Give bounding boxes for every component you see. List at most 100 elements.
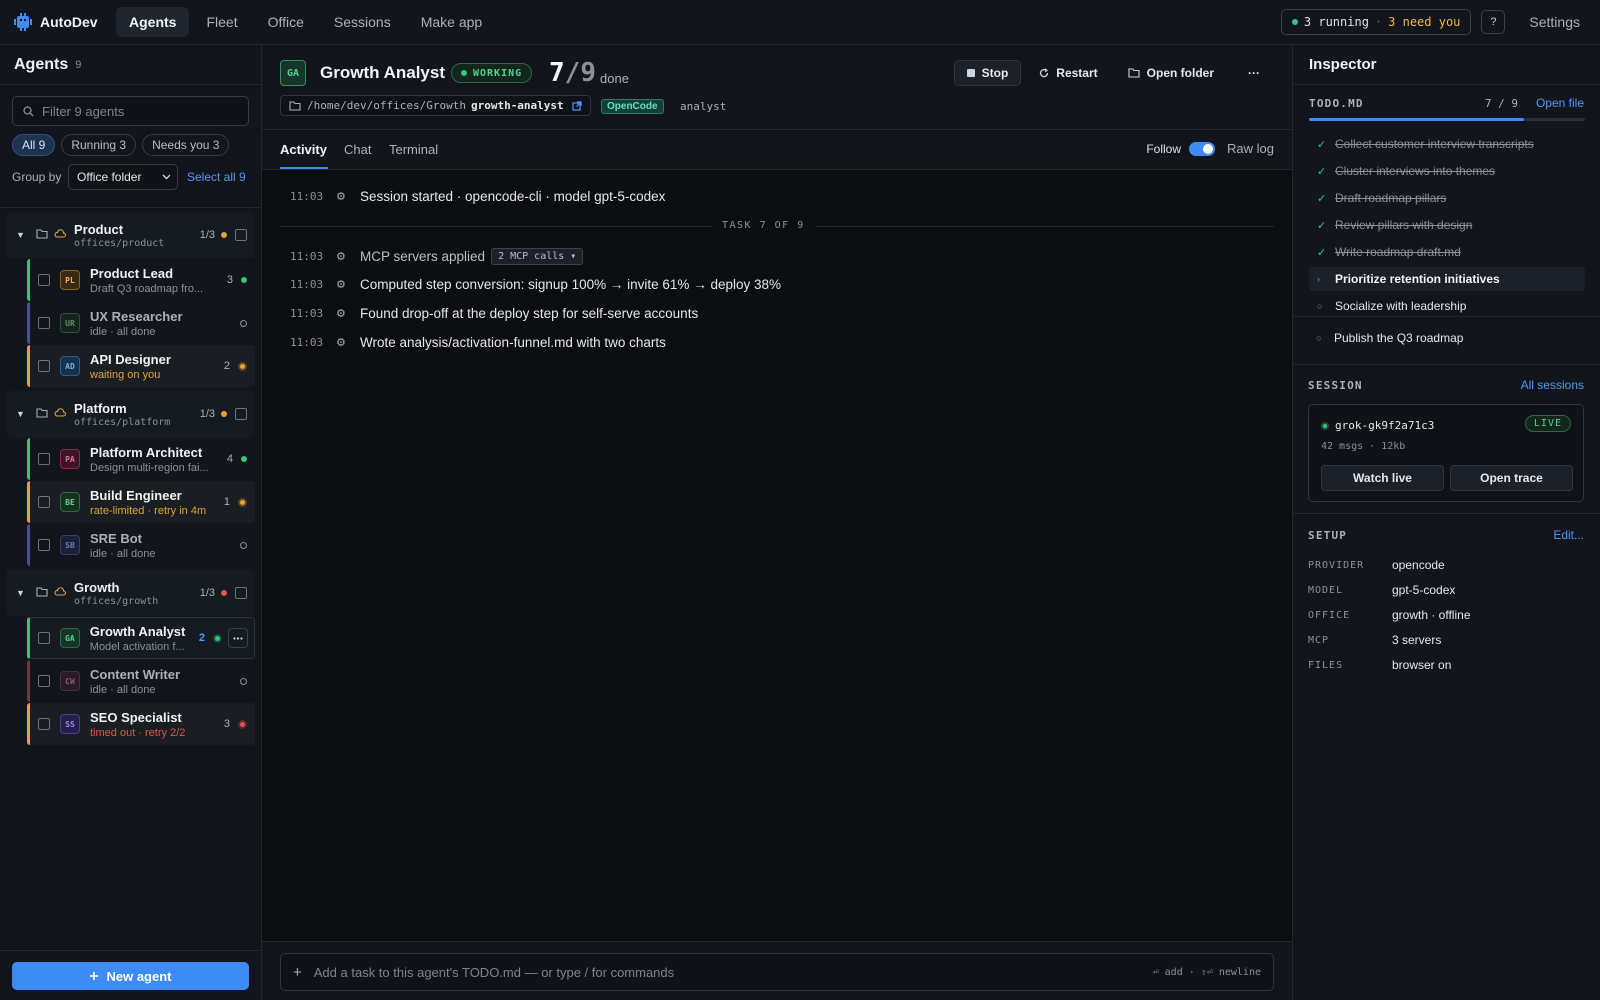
agent-row-product-lead[interactable]: PL Product Lead Draft Q3 roadmap fro... … [27,259,255,301]
agent-row-growth-analyst[interactable]: GA Growth Analyst Model activation f... … [27,617,255,659]
todo-item[interactable]: ○ Publish the Q3 roadmap [1308,326,1584,350]
setup-key: PROVIDER [1308,559,1365,571]
agent-subtitle: Draft Q3 roadmap fro... [90,282,204,295]
filter-agents-input[interactable] [42,103,232,119]
mcp-calls-pill[interactable]: 2 MCP calls ▾ [491,248,584,265]
open-file-link[interactable]: Open file [1536,96,1584,110]
edit-setup-link[interactable]: Edit... [1553,528,1584,542]
agent-row-build-engineer[interactable]: BE Build Engineer rate-limited · retry i… [27,481,255,523]
chip-running[interactable]: Running 3 [61,134,137,156]
agent-meta [240,677,247,685]
run-status-pill[interactable]: 3 running · 3 need you [1280,9,1472,35]
agent-subtitle: idle · all done [90,683,156,696]
group-path: offices/product [74,237,165,249]
agent-name: SRE Bot [90,530,142,546]
agent-checkbox[interactable] [38,274,50,286]
cloud-icon [54,408,68,420]
group-row-product[interactable]: ▼ Product offices/product 1/3 [6,212,255,258]
agent-more-button[interactable] [228,628,249,648]
app-logo[interactable]: AutoDev [14,13,114,31]
todo-item[interactable]: ✓ Review pillars with design [1309,213,1585,237]
nav-fleet[interactable]: Fleet [193,7,250,37]
agent-meta: 2 [199,628,249,648]
detail-tabs: Activity Chat Terminal Follow Raw log [262,130,1292,170]
external-link-icon[interactable] [572,100,582,111]
restart-button[interactable]: Restart [1027,60,1109,86]
agent-task-count: 3 [226,274,233,286]
task-input[interactable] [313,964,1094,980]
tab-chat[interactable]: Chat [344,142,371,157]
agent-row-sre-bot[interactable]: SB SRE Bot idle · all done [27,524,255,566]
agent-row-content-writer[interactable]: CW Content Writer idle · all done [27,660,255,702]
agent-checkbox[interactable] [38,496,50,508]
agent-checkbox[interactable] [38,675,50,687]
agent-avatar: UR [60,313,80,333]
raw-log-link[interactable]: Raw log [1227,141,1274,156]
agent-subtitle: rate-limited · retry in 4m [90,504,207,517]
agent-row-ux-researcher[interactable]: UR UX Researcher idle · all done [27,302,255,344]
todo-item-current[interactable]: › Prioritize retention initiatives [1309,267,1585,291]
plus-icon[interactable]: + [293,964,302,981]
nav-make-app[interactable]: Make app [408,7,495,37]
collapse-caret-icon[interactable]: ▼ [16,588,30,598]
workspace-path[interactable]: /home/dev/offices/Growth growth-analyst [280,95,591,116]
collapse-caret-icon[interactable]: ▼ [16,230,30,240]
path-name: growth-analyst [470,99,564,112]
todo-item[interactable]: ✓ Cluster interviews into themes [1309,159,1585,183]
agent-checkbox[interactable] [38,632,50,644]
active-tab-indicator [280,167,328,169]
agent-checkbox[interactable] [38,453,50,465]
all-sessions-link[interactable]: All sessions [1521,378,1584,392]
collapse-caret-icon[interactable]: ▼ [16,409,30,419]
agent-row-api-designer[interactable]: AD API Designer waiting on you 2 [27,345,255,387]
group-checkbox[interactable] [235,587,247,599]
group-checkbox[interactable] [235,408,247,420]
follow-toggle[interactable] [1189,141,1216,156]
log-text: Wrote analysis/activation-funnel.md with… [360,335,666,350]
agent-avatar: CW [60,671,80,691]
todo-item[interactable]: ✓ Draft roadmap pillars [1309,186,1585,210]
filter-box [12,96,249,126]
agent-row-platform-architect[interactable]: PA Platform Architect Design multi-regio… [27,438,255,480]
chip-needs-you[interactable]: Needs you 3 [142,134,230,156]
log-text: MCP servers applied [360,249,486,264]
select-all-link[interactable]: Select all 9 [187,170,247,184]
group-by-select[interactable]: Office folder [68,164,178,190]
log-time: 11:03 [290,336,324,349]
agent-row-seo-specialist[interactable]: SS SEO Specialist timed out · retry 2/2 … [27,703,255,745]
help-button[interactable]: ? [1481,10,1506,34]
new-agent-button[interactable]: New agent [12,962,249,990]
filter-chips: All 9 Running 3 Needs you 3 [12,134,249,156]
todo-item[interactable]: ○ Socialize with leadership [1309,294,1585,318]
plus-icon [90,972,99,980]
open-trace-button[interactable]: Open trace [1450,465,1573,491]
nav-sessions[interactable]: Sessions [321,7,404,37]
group-checkbox[interactable] [235,229,247,241]
open-folder-button[interactable]: Open folder [1116,60,1226,86]
watch-live-button[interactable]: Watch live [1321,465,1444,491]
progress-done: 7 [549,58,565,88]
todo-item[interactable]: ✓ Collect customer interview transcripts [1309,132,1585,156]
agent-avatar: AD [60,356,80,376]
chip-all[interactable]: All 9 [12,134,56,156]
group-row-growth[interactable]: ▼ Growth offices/growth 1/3 [6,570,255,616]
agent-checkbox[interactable] [38,718,50,730]
tab-terminal[interactable]: Terminal [389,142,438,157]
tab-activity[interactable]: Activity [280,142,327,157]
app-name: AutoDev [40,14,98,30]
nav-agents[interactable]: Agents [116,7,190,37]
agent-checkbox[interactable] [38,317,50,329]
setup-key: MCP [1308,634,1330,646]
agent-avatar: SS [60,714,80,734]
group-row-platform[interactable]: ▼ Platform offices/platform 1/3 [6,391,255,437]
nav-office[interactable]: Office [255,7,317,37]
settings-link[interactable]: Settings [1529,14,1580,30]
agent-checkbox[interactable] [38,360,50,372]
folder-icon [36,586,50,600]
log-row: 11:03 ⚙ Wrote analysis/activation-funnel… [290,335,666,350]
stop-button[interactable]: Stop [953,60,1022,86]
todo-item[interactable]: ✓ Write roadmap draft.md [1309,240,1585,264]
more-actions-button[interactable]: ··· [1236,60,1272,86]
group-status-dot-icon [221,232,227,238]
agent-checkbox[interactable] [38,539,50,551]
